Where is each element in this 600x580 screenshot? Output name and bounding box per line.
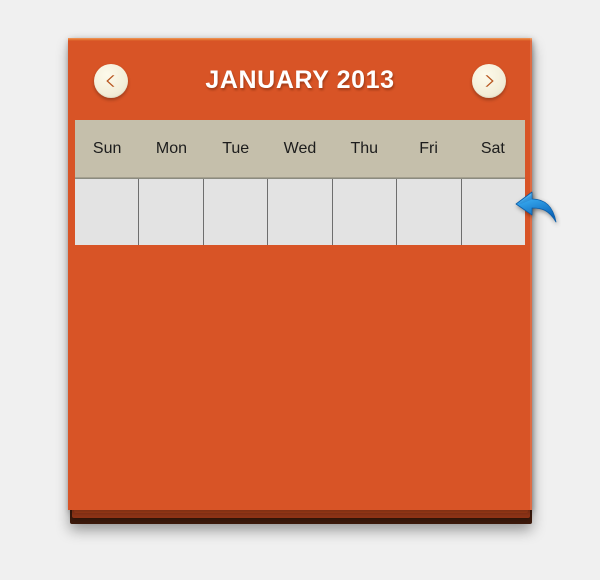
- day-cell[interactable]: [268, 179, 333, 245]
- weekday-header-sat: Sat: [480, 140, 505, 157]
- weekday-header-sun: Sun: [92, 140, 122, 157]
- day-cell[interactable]: [75, 179, 140, 245]
- chevron-left-icon: [104, 73, 118, 89]
- day-cell[interactable]: [397, 179, 462, 245]
- calendar-widget-stage: JANUARY 2013 Sun Mon Tue Wed Thu Fri Sat: [0, 0, 600, 580]
- calendar-week-row: [75, 178, 525, 245]
- weekday-header-tue: Tue: [222, 140, 250, 157]
- next-month-button[interactable]: [472, 63, 506, 98]
- weekday-header-fri: Fri: [419, 140, 438, 157]
- day-cell[interactable]: [462, 179, 525, 245]
- calendar-sheet: JANUARY 2013 Sun Mon Tue Wed Thu Fri Sat: [68, 38, 532, 510]
- page-title: JANUARY 2013: [205, 66, 395, 94]
- chevron-right-icon: [482, 73, 496, 89]
- weekday-header-thu: Thu: [350, 140, 379, 157]
- day-cell[interactable]: [204, 179, 269, 245]
- day-cell[interactable]: [139, 179, 204, 245]
- weekday-header-row: Sun Mon Tue Wed Thu Fri Sat: [75, 120, 525, 178]
- day-cell[interactable]: [333, 179, 398, 245]
- weekday-header-mon: Mon: [155, 140, 187, 157]
- prev-month-button[interactable]: [94, 63, 128, 98]
- calendar-header-bar: JANUARY 2013: [68, 41, 532, 120]
- weekday-header-wed: Wed: [283, 140, 317, 157]
